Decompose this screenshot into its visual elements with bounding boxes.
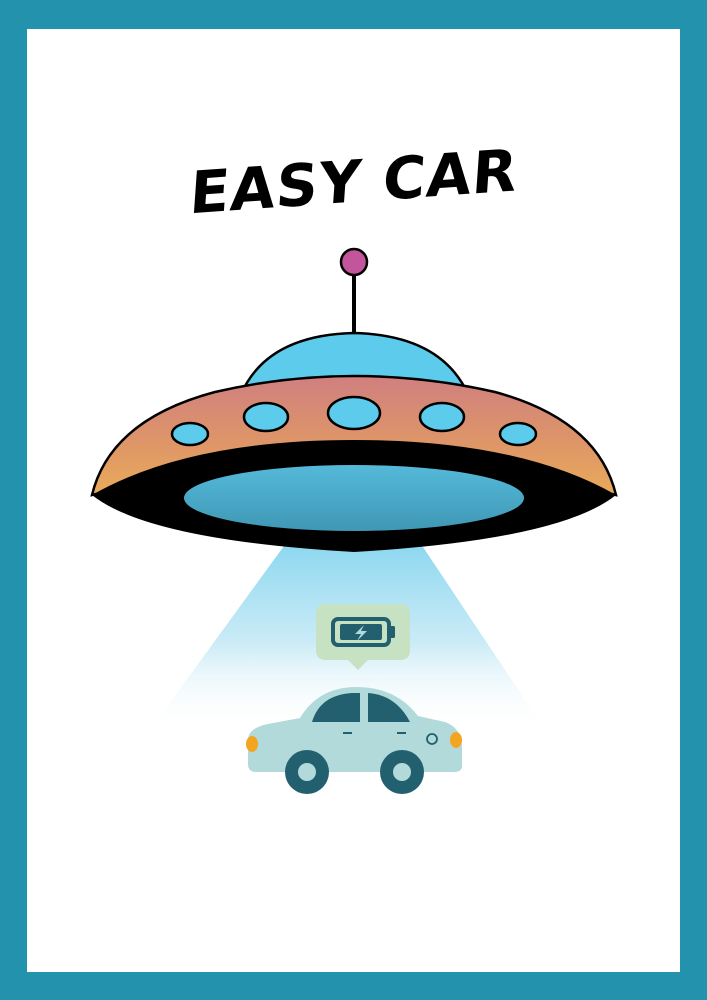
ufo-icon	[90, 247, 618, 552]
illustration	[90, 247, 618, 794]
